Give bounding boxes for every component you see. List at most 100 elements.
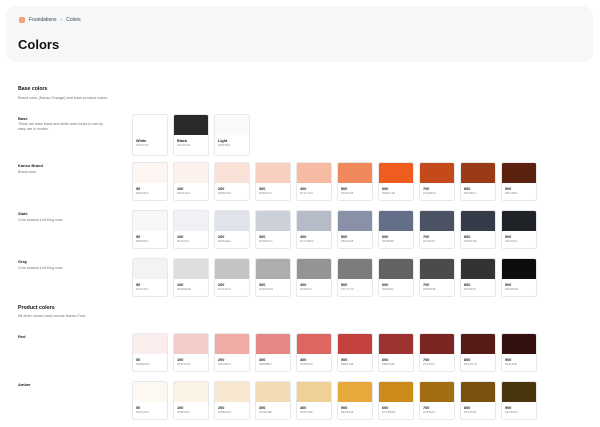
foundations-icon (19, 17, 25, 23)
swatch-card[interactable]: 900 #5F200E (501, 162, 537, 201)
swatch-name: 600 (382, 406, 389, 410)
swatch-card[interactable]: 500 #BE4348 (337, 333, 373, 372)
swatch-card[interactable]: 400 #F7C1AA (296, 162, 332, 201)
swatch-color (215, 259, 249, 279)
swatch-card[interactable]: 700 #CE4B13 (419, 162, 455, 201)
swatch-card[interactable]: 500 #E7B248 (337, 381, 373, 420)
swatch-name: 500 (341, 187, 348, 191)
swatch-color (174, 259, 208, 279)
swatch-name: Light (218, 139, 228, 143)
swatch-card[interactable]: 800 #993B1A (460, 162, 496, 201)
breadcrumb-current: Colors (66, 17, 81, 23)
swatch-card[interactable]: 600 #646F88 (378, 210, 414, 249)
page-header: Foundations › Colors Colors (6, 6, 593, 62)
swatch-card[interactable]: 100 #DEDEDE (173, 258, 209, 297)
swatch-name: 800 (464, 358, 471, 362)
swatch-card[interactable]: 400 #F0CD9F (296, 381, 332, 420)
swatch-color (297, 334, 331, 354)
row-desc-base: These are base black and white color ton… (18, 122, 103, 131)
swatch-card[interactable]: 50 #F8F9FA (132, 210, 168, 249)
swatch-card[interactable]: 900 #1E2226 (501, 210, 537, 249)
swatch-hex: #FDF1EC (177, 191, 191, 195)
swatch-card[interactable]: 800 #5A1C1E (460, 333, 496, 372)
swatch-card[interactable]: 800 #7A5A0F (460, 381, 496, 420)
swatch-color (174, 211, 208, 231)
swatch-group-slate: 50 #F8F9FA 100 #F1F2F4 200 #E2E4EA 300 #D0D4DC 4… (132, 210, 537, 249)
swatch-hex: #363C4B (464, 239, 477, 243)
swatch-card[interactable]: 500 #7C7C7C (337, 258, 373, 297)
swatch-card[interactable]: 800 #363C4B (460, 210, 496, 249)
swatch-name: 700 (423, 358, 430, 362)
swatch-group-kanso-brand: 50 #FEF6F3 100 #FDF1EC 200 #FBE2D9 300 #F9D2C2 4… (132, 162, 537, 201)
swatch-card[interactable]: 100 #FBF5EC (173, 381, 209, 420)
swatch-color (379, 334, 413, 354)
swatch-hex: #DEDEDE (177, 287, 192, 291)
swatch-name: 50 (136, 406, 141, 410)
swatch-name: 400 (300, 187, 307, 191)
swatch-card[interactable]: 200 #E2E4EA (214, 210, 250, 249)
swatch-name: 900 (505, 358, 512, 362)
swatch-card[interactable]: 600 #EE5C1E (378, 162, 414, 201)
swatch-card[interactable]: 900 #34110E (501, 333, 537, 372)
swatch-card[interactable]: 100 #F1F2F4 (173, 210, 209, 249)
swatch-card[interactable]: 500 #F29F7B (337, 162, 373, 201)
swatch-card[interactable]: 800 #333333 (460, 258, 496, 297)
swatch-color (461, 334, 495, 354)
swatch-card[interactable]: 400 #949494 (296, 258, 332, 297)
swatch-card[interactable]: 200 #EFABA4 (214, 333, 250, 372)
swatch-color (133, 382, 167, 402)
swatch-card[interactable]: 300 #ADADAD (255, 258, 291, 297)
swatch-card[interactable]: 600 #CC8B1B (378, 381, 414, 420)
swatch-card[interactable]: 200 #FBE2D9 (214, 162, 250, 201)
swatch-card[interactable]: 200 #F8EAD9 (214, 381, 250, 420)
swatch-hex: #34110E (505, 362, 517, 366)
swatch-color (420, 211, 454, 231)
swatch-card[interactable]: White #FFFFFF (132, 114, 168, 156)
swatch-card[interactable]: 50 #FDFAF0 (132, 381, 168, 420)
swatch-card[interactable]: 900 #0D0D0D (501, 258, 537, 297)
swatch-card[interactable]: 50 #F3F3F3 (132, 258, 168, 297)
swatch-card[interactable]: 700 #4A5163 (419, 210, 455, 249)
swatch-card[interactable]: 100 #FDF1EC (173, 162, 209, 201)
swatch-card[interactable]: 600 #626262 (378, 258, 414, 297)
swatch-hex: #FBF5EC (177, 410, 191, 414)
swatch-name: 800 (464, 406, 471, 410)
swatch-card[interactable]: 300 #E6888D (255, 333, 291, 372)
page-title: Colors (18, 37, 60, 52)
swatch-card[interactable]: 300 #D0D4DC (255, 210, 291, 249)
swatch-card[interactable]: Light #F8F8F8 (214, 114, 250, 156)
swatch-color (502, 163, 536, 183)
swatch-color (256, 259, 290, 279)
swatch-card[interactable]: Black #1D1D1D (173, 114, 209, 156)
swatch-card[interactable]: 500 #8A94A8 (337, 210, 373, 249)
swatch-card[interactable]: 700 #4B4B4B (419, 258, 455, 297)
swatch-card[interactable]: 50 #FBEFED (132, 333, 168, 372)
swatch-color (174, 334, 208, 354)
breadcrumb-parent[interactable]: Foundations (29, 17, 57, 23)
swatch-card[interactable]: 400 #C7CBD3 (296, 210, 332, 249)
swatch-card[interactable]: 50 #FEF6F3 (132, 162, 168, 201)
swatch-card[interactable]: 700 #7A2521 (419, 333, 455, 372)
swatch-name: 100 (177, 406, 184, 410)
swatch-color (133, 259, 167, 279)
swatch-hex: #993B1A (464, 191, 477, 195)
swatch-hex: #F5CDC8 (177, 362, 191, 366)
swatch-name: 500 (341, 358, 348, 362)
swatch-name: 300 (259, 406, 266, 410)
swatch-card[interactable]: 700 #A36E12 (419, 381, 455, 420)
swatch-card[interactable]: 100 #F5CDC8 (173, 333, 209, 372)
swatch-card[interactable]: 300 #F1E2BE (255, 381, 291, 420)
swatch-hex: #DD6660 (300, 362, 313, 366)
swatch-card[interactable]: 200 #C4C4C4 (214, 258, 250, 297)
swatch-name: 100 (177, 187, 184, 191)
swatch-name: 900 (505, 406, 512, 410)
swatch-color (338, 211, 372, 231)
swatch-name: 300 (259, 358, 266, 362)
swatch-card[interactable]: 600 #9B2F2B (378, 333, 414, 372)
swatch-hex: #CE4B13 (423, 191, 436, 195)
swatch-card[interactable]: 400 #DD6660 (296, 333, 332, 372)
swatch-card[interactable]: 300 #F9D2C2 (255, 162, 291, 201)
swatch-name: 700 (423, 283, 430, 287)
swatch-hex: #5A1C1E (464, 362, 477, 366)
swatch-card[interactable]: 900 #4A3A0C (501, 381, 537, 420)
